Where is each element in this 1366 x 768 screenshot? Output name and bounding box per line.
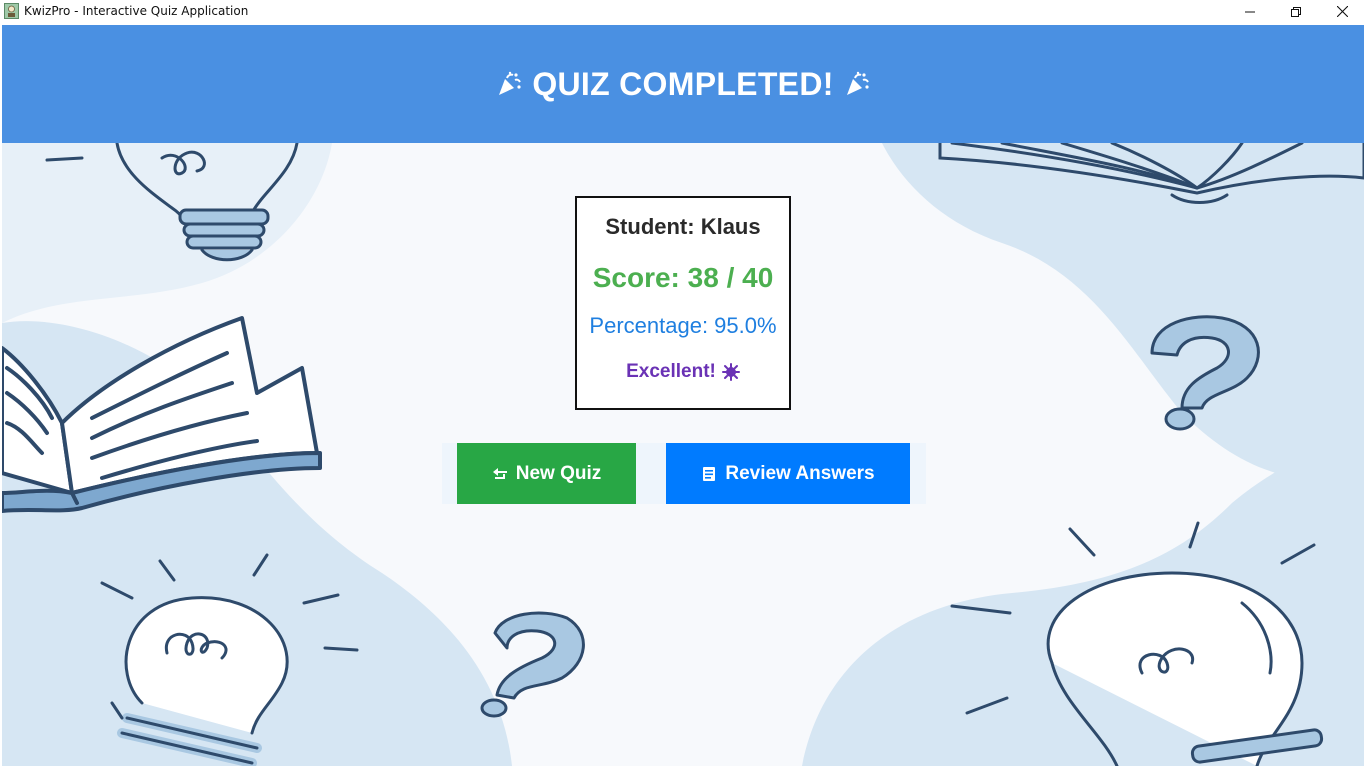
minimize-button[interactable] — [1227, 0, 1273, 23]
page-title-text: QUIZ COMPLETED! — [532, 65, 834, 102]
restore-icon — [1291, 6, 1301, 17]
sparkle-icon — [721, 363, 740, 381]
back-arrow-icon — [492, 467, 507, 479]
restore-button[interactable] — [1273, 0, 1319, 23]
notepad-icon — [703, 466, 716, 481]
student-name: Student: Klaus — [605, 214, 761, 239]
party-popper-icon — [499, 71, 522, 95]
percentage-text: Percentage: 95.0% — [589, 313, 777, 338]
party-popper-icon — [846, 71, 869, 95]
feedback-row: Excellent! — [577, 361, 789, 383]
app-icon — [4, 3, 19, 19]
review-answers-button[interactable]: Review Answers — [666, 443, 910, 504]
app-window: QUIZ COMPLETED! Student: Klaus Score: 38… — [2, 25, 1364, 766]
action-buttons-panel: New Quiz Review Answers — [442, 443, 926, 504]
new-quiz-label: New Quiz — [515, 462, 602, 484]
window-title: KwizPro - Interactive Quiz Application — [24, 4, 249, 18]
header-bar: QUIZ COMPLETED! — [2, 25, 1364, 143]
page-title: QUIZ COMPLETED! — [496, 66, 869, 103]
score-text: Score: 38 / 40 — [592, 262, 774, 293]
close-icon — [1336, 6, 1348, 17]
new-quiz-button[interactable]: New Quiz — [457, 443, 636, 504]
close-button[interactable] — [1319, 0, 1365, 23]
review-answers-label: Review Answers — [725, 462, 875, 484]
question-mark-illustration — [480, 611, 585, 718]
minimize-icon — [1245, 11, 1255, 12]
result-card: Student: Klaus Score: 38 / 40 Percentage… — [575, 196, 791, 410]
feedback-text: Excellent! — [626, 361, 716, 382]
window-titlebar: KwizPro - Interactive Quiz Application — [0, 0, 1366, 23]
